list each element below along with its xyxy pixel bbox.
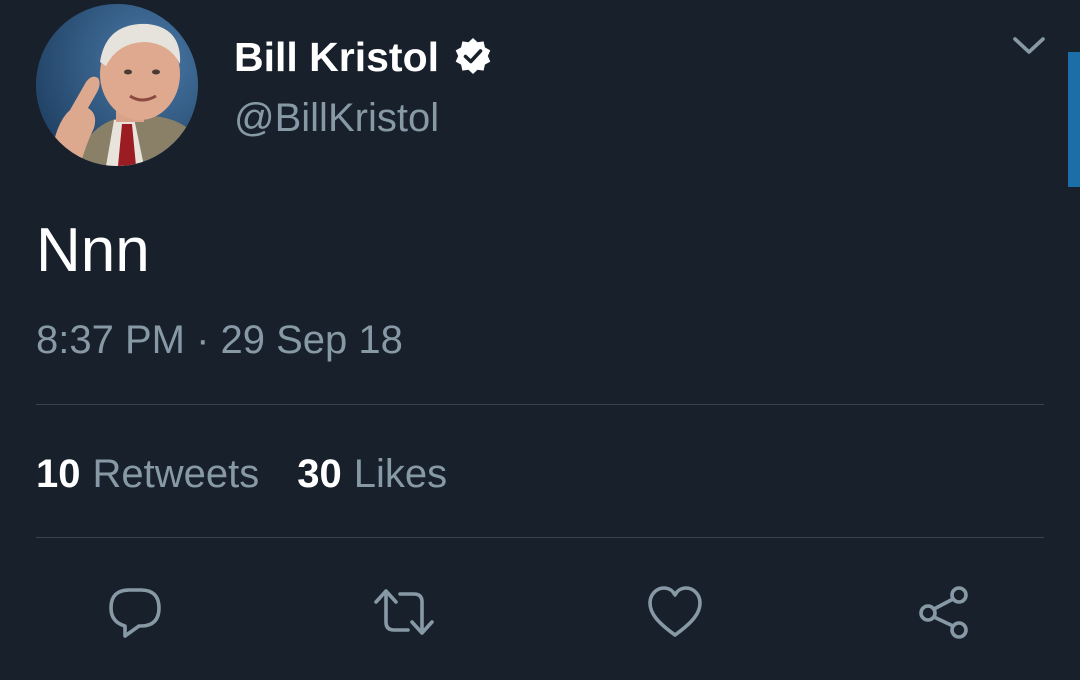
share-button[interactable] — [912, 580, 976, 644]
divider — [36, 404, 1044, 405]
user-handle[interactable]: @BillKristol — [234, 93, 439, 143]
likes-count: 30 — [297, 452, 342, 496]
divider — [36, 537, 1044, 538]
likes-label: Likes — [353, 452, 448, 496]
display-name[interactable]: Bill Kristol — [234, 32, 493, 82]
retweets-stat[interactable]: 10 Retweets — [36, 448, 259, 500]
retweet-button[interactable] — [372, 580, 436, 644]
tweet-detail: Bill Kristol @BillKristol Nnn 8:37 PM · … — [0, 0, 1080, 680]
scroll-indicator[interactable] — [1068, 52, 1080, 187]
avatar[interactable] — [36, 4, 198, 166]
display-name-text: Bill Kristol — [234, 34, 440, 80]
likes-stat[interactable]: 30 Likes — [297, 448, 447, 500]
engagement-stats: 10 Retweets 30 Likes — [36, 448, 447, 500]
verified-badge-icon — [453, 37, 493, 77]
chevron-down-icon[interactable] — [1011, 34, 1047, 58]
speech-bubble-icon — [109, 588, 161, 638]
tweet-timestamp: 8:37 PM · 29 Sep 18 — [36, 318, 403, 362]
profile-photo — [36, 4, 198, 166]
retweets-count: 10 — [36, 452, 81, 496]
tweet-text: Nnn — [36, 216, 150, 285]
reply-button[interactable] — [103, 580, 167, 644]
retweets-label: Retweets — [92, 452, 260, 496]
share-nodes-icon — [919, 586, 968, 639]
retweet-arrows-icon — [374, 589, 434, 635]
heart-icon — [648, 586, 702, 637]
like-button[interactable] — [643, 580, 707, 644]
